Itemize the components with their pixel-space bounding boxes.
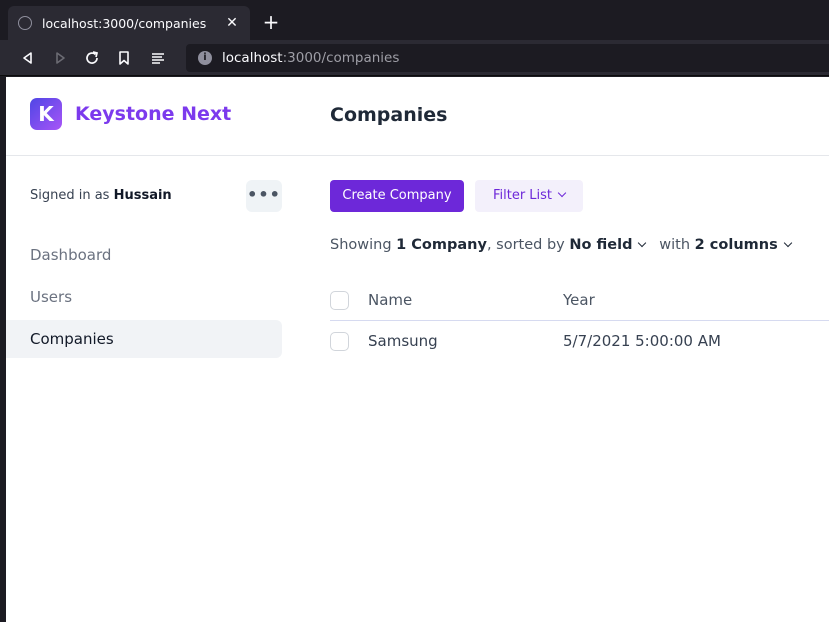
new-tab-icon[interactable]: + (260, 11, 282, 33)
filter-list-button[interactable]: Filter List (475, 180, 583, 212)
globe-icon (18, 16, 32, 30)
table-header-divider (330, 320, 829, 321)
chevron-down-icon (638, 238, 647, 248)
bookmark-icon[interactable] (114, 48, 134, 68)
browser-nav-bar: i localhost:3000/companies (0, 40, 829, 76)
column-header-name[interactable]: Name (368, 291, 412, 309)
brand[interactable]: K Keystone Next (30, 98, 231, 130)
brand-name: Keystone Next (75, 103, 232, 125)
more-options-button[interactable]: ••• (246, 180, 282, 212)
item-count: 1 Company (396, 237, 487, 253)
close-tab-icon[interactable]: ✕ (224, 15, 240, 31)
site-info-icon[interactable]: i (198, 51, 212, 65)
select-all-checkbox[interactable] (330, 291, 349, 310)
signed-in-text: Signed in as Hussain (30, 188, 172, 203)
page-title: Companies (330, 104, 448, 126)
user-name: Hussain (113, 188, 172, 203)
create-company-button[interactable]: Create Company (330, 180, 464, 212)
list-summary: Showing 1 Company, sorted by No field wi… (330, 237, 792, 253)
chevron-down-icon (783, 238, 792, 248)
sidebar-item-companies[interactable]: Companies (6, 320, 282, 358)
sidebar-item-dashboard[interactable]: Dashboard (6, 236, 282, 274)
app-page: K Keystone Next Companies Signed in as H… (6, 77, 829, 622)
sidebar-item-users[interactable]: Users (6, 278, 282, 316)
reader-view-icon[interactable] (148, 48, 168, 68)
keystone-logo-icon: K (30, 98, 62, 130)
chevron-down-icon (557, 188, 567, 198)
browser-tab-bar: localhost:3000/companies ✕ + (0, 0, 829, 42)
tab-title: localhost:3000/companies (42, 15, 207, 31)
header-divider (6, 155, 829, 156)
reload-icon[interactable] (82, 48, 102, 68)
sort-field-dropdown[interactable]: No field (569, 237, 647, 253)
url-bar[interactable]: i localhost:3000/companies (186, 44, 829, 72)
browser-tab[interactable]: localhost:3000/companies ✕ (8, 6, 250, 40)
forward-icon[interactable] (50, 48, 70, 68)
row-checkbox[interactable] (330, 332, 349, 351)
cell-name-link[interactable]: Samsung (368, 332, 438, 350)
columns-dropdown[interactable]: 2 columns (695, 237, 792, 253)
cell-year: 5/7/2021 5:00:00 AM (563, 332, 721, 350)
column-header-year[interactable]: Year (563, 291, 595, 309)
url-text[interactable]: localhost:3000/companies (222, 50, 399, 66)
back-icon[interactable] (18, 48, 38, 68)
